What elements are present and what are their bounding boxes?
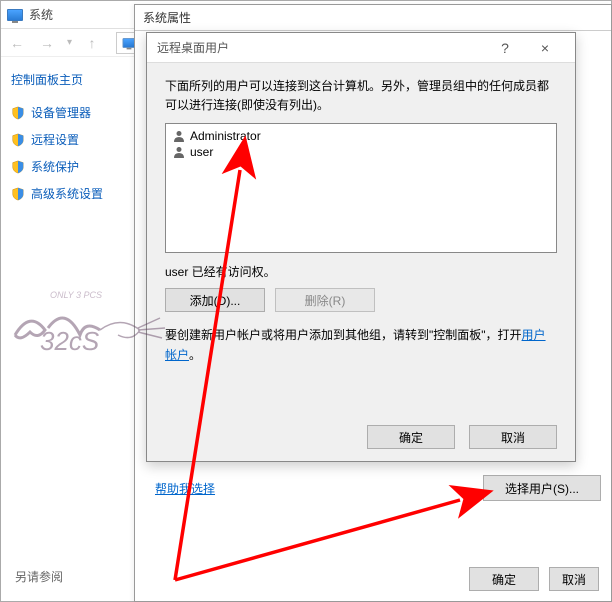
- user-icon: [172, 129, 186, 143]
- user-name: user: [190, 145, 213, 159]
- select-user-button[interactable]: 选择用户(S)...: [483, 475, 601, 501]
- system-properties-titlebar: 系统属性: [135, 5, 611, 31]
- nav-up-icon[interactable]: ↑: [82, 33, 102, 53]
- close-icon[interactable]: ×: [525, 40, 565, 56]
- rdu-titlebar: 远程桌面用户 ? ×: [147, 33, 575, 63]
- user-name: Administrator: [190, 129, 261, 143]
- props-ok-button[interactable]: 确定: [469, 567, 539, 591]
- sidebar-item-label: 设备管理器: [31, 104, 91, 121]
- sidebar-item-remote-settings[interactable]: 远程设置: [11, 131, 131, 148]
- user-icon: [172, 145, 186, 159]
- create-suffix: 。: [189, 348, 201, 362]
- remote-desktop-users-dialog: 远程桌面用户 ? × 下面所列的用户可以连接到这台计算机。另外，管理员组中的任何…: [146, 32, 576, 462]
- sidebar-item-system-protection[interactable]: 系统保护: [11, 158, 131, 175]
- props-cancel-button[interactable]: 取消: [549, 567, 599, 591]
- sidebar-item-label: 系统保护: [31, 158, 79, 175]
- system-sidebar: 控制面板主页 设备管理器 远程设置 系统保护 高级系统设置: [1, 57, 141, 601]
- shield-icon: [11, 133, 25, 147]
- sidebar-home-link[interactable]: 控制面板主页: [11, 71, 131, 88]
- system-title: 系统: [29, 6, 53, 23]
- shield-icon: [11, 160, 25, 174]
- rdu-description: 下面所列的用户可以连接到这台计算机。另外，管理员组中的任何成员都可以进行连接(即…: [165, 77, 557, 115]
- shield-icon: [11, 106, 25, 120]
- access-note: user 已经有访问权。: [165, 263, 557, 280]
- nav-forward-icon: →: [37, 33, 57, 53]
- user-list[interactable]: Administrator user: [165, 123, 557, 253]
- user-list-item[interactable]: Administrator: [172, 128, 550, 144]
- nav-back-icon[interactable]: ←: [7, 33, 27, 53]
- user-list-item[interactable]: user: [172, 144, 550, 160]
- nav-history-icon[interactable]: ▾: [67, 37, 72, 48]
- rdu-cancel-button[interactable]: 取消: [469, 425, 557, 449]
- sidebar-item-label: 远程设置: [31, 131, 79, 148]
- create-prefix: 要创建新用户帐户或将用户添加到其他组，请转到"控制面板"，打开: [165, 328, 522, 342]
- rdu-ok-button[interactable]: 确定: [367, 425, 455, 449]
- sidebar-item-label: 高级系统设置: [31, 185, 103, 202]
- sidebar-item-device-manager[interactable]: 设备管理器: [11, 104, 131, 121]
- create-account-text: 要创建新用户帐户或将用户添加到其他组，请转到"控制面板"，打开用户帐户。: [165, 326, 557, 364]
- system-properties-title: 系统属性: [143, 9, 191, 26]
- shield-icon: [11, 187, 25, 201]
- help-choose-link[interactable]: 帮助我选择: [155, 480, 215, 497]
- rdu-title: 远程桌面用户: [157, 39, 485, 56]
- system-monitor-icon: [7, 9, 23, 21]
- help-icon[interactable]: ?: [485, 40, 525, 56]
- sidebar-item-advanced-settings[interactable]: 高级系统设置: [11, 185, 131, 202]
- see-also-label: 另请参阅: [15, 568, 63, 585]
- remove-user-button: 删除(R): [275, 288, 375, 312]
- add-user-button[interactable]: 添加(D)...: [165, 288, 265, 312]
